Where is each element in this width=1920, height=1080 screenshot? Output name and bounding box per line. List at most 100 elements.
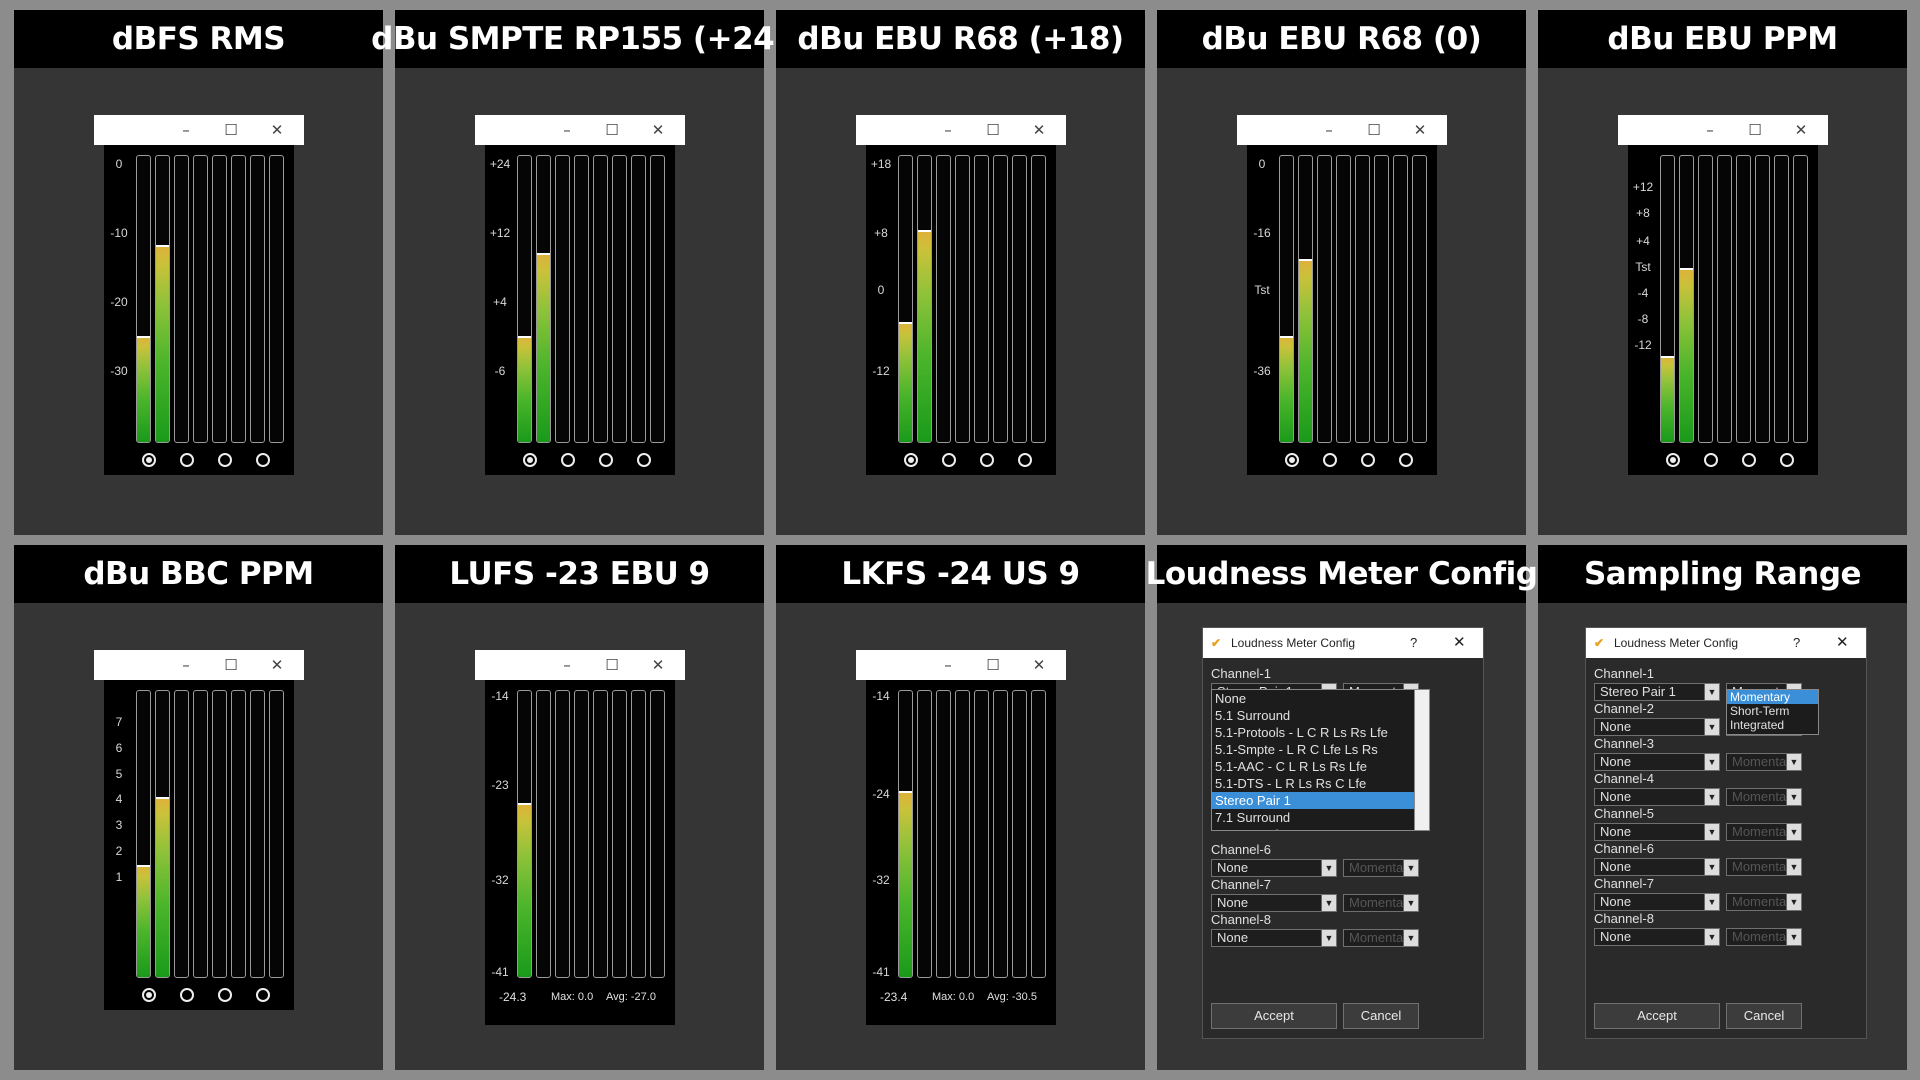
channel-label: Channel-8: [1211, 912, 1271, 927]
channel-source-select[interactable]: None ▼: [1594, 788, 1720, 806]
meter-page-radio[interactable]: [218, 453, 232, 467]
channel-source-select[interactable]: None ▼: [1594, 823, 1720, 841]
meter-page-radio[interactable]: [180, 988, 194, 1002]
meter-page-radio[interactable]: [523, 453, 537, 467]
dropdown-option[interactable]: Short-Term: [1727, 704, 1818, 718]
meter-page-radio[interactable]: [1399, 453, 1413, 467]
meter-scale-label: 1: [115, 870, 123, 885]
dropdown-option[interactable]: None: [1212, 690, 1415, 707]
maximize-button[interactable]: ☐: [602, 650, 622, 680]
meter-page-radio[interactable]: [218, 988, 232, 1002]
cancel-button[interactable]: Cancel: [1726, 1003, 1802, 1029]
channel-label: Channel-7: [1211, 877, 1271, 892]
maximize-button[interactable]: ☐: [602, 115, 622, 145]
channel-label: Channel-4: [1594, 771, 1654, 786]
channel-source-select[interactable]: None ▼: [1211, 929, 1337, 947]
meter-page-radio[interactable]: [1285, 453, 1299, 467]
meter-page-radio[interactable]: [637, 453, 651, 467]
chevron-down-icon: ▼: [1786, 929, 1801, 945]
close-button[interactable]: ✕: [648, 650, 668, 680]
maximize-button[interactable]: ☐: [1364, 115, 1384, 145]
channel-source-select[interactable]: None ▼: [1594, 928, 1720, 946]
channel-source-select[interactable]: None ▼: [1594, 753, 1720, 771]
maximize-button[interactable]: ☐: [983, 115, 1003, 145]
dropdown-option[interactable]: Integrated: [1727, 718, 1818, 732]
meter-channel-bar: [993, 155, 1008, 443]
meter-body: 7 6 5 4 3 2 1: [104, 680, 294, 1010]
meter-readout-value: -24.3: [499, 990, 527, 1004]
close-button[interactable]: ✕: [1410, 115, 1430, 145]
meter-page-radio[interactable]: [1323, 453, 1337, 467]
meter-level-fill: [918, 230, 931, 442]
channel-source-select[interactable]: None ▼: [1594, 893, 1720, 911]
close-button[interactable]: ✕: [1029, 650, 1049, 680]
help-button[interactable]: ?: [1410, 635, 1417, 650]
chevron-down-icon: ▼: [1403, 930, 1418, 946]
meter-page-radio[interactable]: [256, 453, 270, 467]
dropdown-list[interactable]: None 5.1 Surround 5.1-Protools - L C R Ls …: [1211, 689, 1430, 831]
dropdown-scrollbar[interactable]: [1414, 690, 1429, 830]
channel-source-select[interactable]: None ▼: [1211, 894, 1337, 912]
meter-channel-bar: [155, 155, 170, 443]
meter-page-radio[interactable]: [1780, 453, 1794, 467]
meter-page-radio[interactable]: [904, 453, 918, 467]
dialog-close-button[interactable]: ✕: [1453, 633, 1466, 651]
panel: dBu EBU R68 (0) – ☐ ✕ 0 -16 Tst -36: [1157, 10, 1526, 535]
minimize-button[interactable]: –: [557, 650, 577, 680]
dropdown-option[interactable]: 7.1 Surround: [1212, 809, 1415, 826]
dropdown-option[interactable]: Momentary: [1727, 690, 1818, 704]
minimize-button[interactable]: –: [1700, 115, 1720, 145]
meter-page-radio[interactable]: [1666, 453, 1680, 467]
minimize-button[interactable]: –: [176, 115, 196, 145]
minimize-button[interactable]: –: [938, 650, 958, 680]
close-button[interactable]: ✕: [267, 115, 287, 145]
panel: Loudness Meter Config ✔ Loudness Meter Con…: [1146, 545, 1538, 1070]
dropdown-option[interactable]: 5.1-DTS - L R Ls Rs C Lfe: [1212, 775, 1415, 792]
dropdown-option[interactable]: 5.1 Surround: [1212, 707, 1415, 724]
accept-button[interactable]: Accept: [1594, 1003, 1720, 1029]
meter-page-radio[interactable]: [1742, 453, 1756, 467]
channel-source-select[interactable]: None ▼: [1594, 718, 1720, 736]
accept-button[interactable]: Accept: [1211, 1003, 1337, 1029]
dialog-close-button[interactable]: ✕: [1836, 633, 1849, 651]
meter-page-radio[interactable]: [942, 453, 956, 467]
maximize-button[interactable]: ☐: [1745, 115, 1765, 145]
maximize-button[interactable]: ☐: [221, 115, 241, 145]
channel-source-value: None: [1600, 789, 1632, 804]
channel-source-select[interactable]: None ▼: [1211, 859, 1337, 877]
minimize-button[interactable]: –: [1319, 115, 1339, 145]
help-button[interactable]: ?: [1793, 635, 1800, 650]
meter-level-fill: [1280, 336, 1293, 442]
close-button[interactable]: ✕: [267, 650, 287, 680]
dropdown-list[interactable]: Momentary Short-Term Integrated: [1726, 689, 1819, 735]
channel-source-select[interactable]: Stereo Pair 1 ▼: [1594, 683, 1720, 701]
close-button[interactable]: ✕: [1791, 115, 1811, 145]
meter-level-fill: [537, 253, 550, 442]
meter-page-radio[interactable]: [180, 453, 194, 467]
meter-page-radio[interactable]: [142, 988, 156, 1002]
minimize-button[interactable]: –: [938, 115, 958, 145]
meter-page-radio[interactable]: [1361, 453, 1375, 467]
meter-page-radio[interactable]: [1704, 453, 1718, 467]
channel-source-select[interactable]: None ▼: [1594, 858, 1720, 876]
meter-page-radio[interactable]: [142, 453, 156, 467]
meter-channel-bar: [1736, 155, 1751, 443]
minimize-button[interactable]: –: [557, 115, 577, 145]
maximize-button[interactable]: ☐: [221, 650, 241, 680]
meter-page-radio[interactable]: [980, 453, 994, 467]
cancel-button[interactable]: Cancel: [1343, 1003, 1419, 1029]
close-button[interactable]: ✕: [1029, 115, 1049, 145]
dropdown-option[interactable]: 5.1-Smpte - L R C Lfe Ls Rs: [1212, 741, 1415, 758]
close-button[interactable]: ✕: [648, 115, 668, 145]
meter-scale-label: -41: [491, 965, 509, 980]
maximize-button[interactable]: ☐: [983, 650, 1003, 680]
dropdown-option[interactable]: Stereo Pair 1: [1212, 792, 1415, 809]
dropdown-option[interactable]: 5.1-AAC - C L R Ls Rs Lfe: [1212, 758, 1415, 775]
meter-page-radio[interactable]: [256, 988, 270, 1002]
minimize-button[interactable]: –: [176, 650, 196, 680]
meter-page-radio[interactable]: [561, 453, 575, 467]
dropdown-option[interactable]: 5.1-Protools - L C R Ls Rs Lfe: [1212, 724, 1415, 741]
meter-page-radio[interactable]: [1018, 453, 1032, 467]
dropdown-option[interactable]: 7.1-Protools - L C R Lss Rss Lsr Rsr Lfe: [1212, 826, 1429, 830]
meter-page-radio[interactable]: [599, 453, 613, 467]
